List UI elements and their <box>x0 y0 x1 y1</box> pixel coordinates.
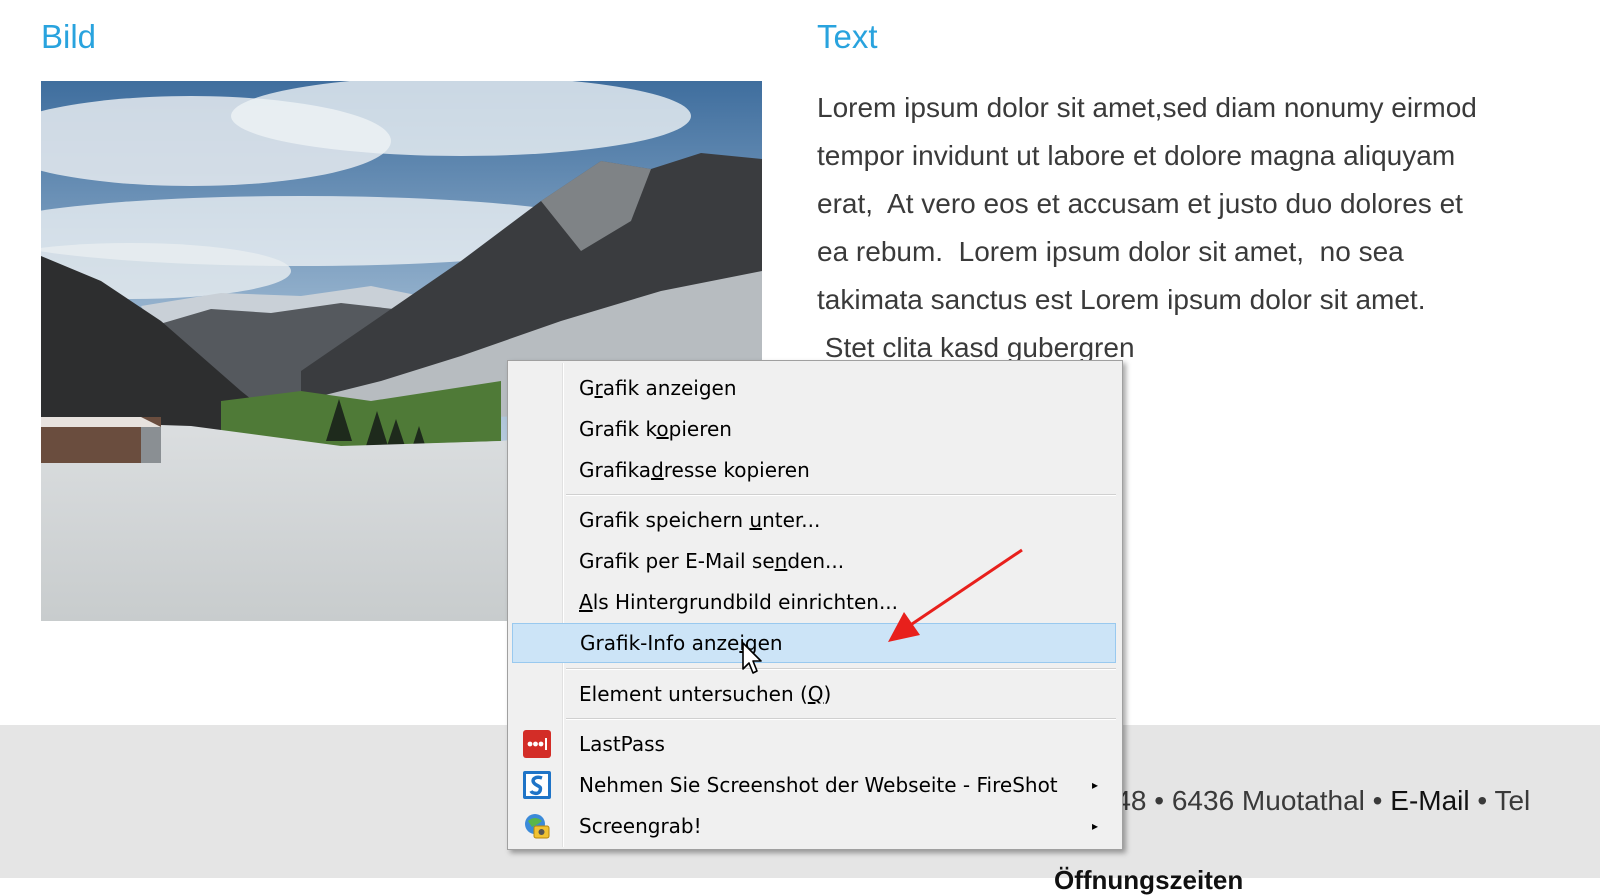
opening-hours-heading: Öffnungszeiten <box>1054 865 1244 895</box>
menu-item-copy-image-address[interactable]: Grafikadresse kopieren <box>512 450 1116 490</box>
menu-separator <box>566 668 1116 670</box>
lorem-paragraph: Lorem ipsum dolor sit amet,sed diam nonu… <box>817 92 1477 363</box>
text-heading: Text <box>817 18 878 55</box>
menu-item-inspect-element[interactable]: Element untersuchen (Q) <box>512 674 1116 714</box>
menu-item-view-image[interactable]: Grafik anzeigen <box>512 368 1116 408</box>
footer-tel-text: • Tel <box>1469 785 1531 816</box>
lastpass-icon <box>522 729 552 759</box>
menu-separator <box>566 494 1116 496</box>
menu-separator <box>566 718 1116 720</box>
menu-item-fireshot[interactable]: Nehmen Sie Screenshot der Webseite - Fir… <box>512 765 1116 805</box>
footer-email-link[interactable]: E-Mail <box>1390 785 1469 816</box>
menu-item-lastpass[interactable]: LastPass <box>512 724 1116 764</box>
footer-address-text: se 48 • 6436 Muotathal • <box>1078 785 1391 816</box>
lastpass-label: LastPass <box>579 732 665 756</box>
menu-item-view-image-info[interactable]: Grafik-Info anzeigen <box>512 623 1116 663</box>
fireshot-icon <box>522 770 552 800</box>
menu-item-email-image[interactable]: Grafik per E-Mail senden... <box>512 541 1116 581</box>
screengrab-icon <box>522 811 552 841</box>
menu-item-set-background[interactable]: Als Hintergrundbild einrichten... <box>512 582 1116 622</box>
submenu-arrow-icon: ▸ <box>1091 819 1098 833</box>
footer-address: se 48 • 6436 Muotathal • E-Mail • Tel <box>1078 785 1530 817</box>
menu-item-screengrab[interactable]: Screengrab! ▸ <box>512 806 1116 846</box>
mouse-cursor-icon <box>742 642 762 674</box>
fireshot-label: Nehmen Sie Screenshot der Webseite - Fir… <box>579 773 1058 797</box>
bild-heading: Bild <box>41 18 97 55</box>
screengrab-label: Screengrab! <box>579 814 702 838</box>
menu-item-save-image[interactable]: Grafik speichern unter... <box>512 500 1116 540</box>
menu-item-copy-image[interactable]: Grafik kopieren <box>512 409 1116 449</box>
context-menu: Grafik anzeigen Grafik kopieren Grafikad… <box>507 360 1123 850</box>
submenu-arrow-icon: ▸ <box>1091 778 1098 792</box>
